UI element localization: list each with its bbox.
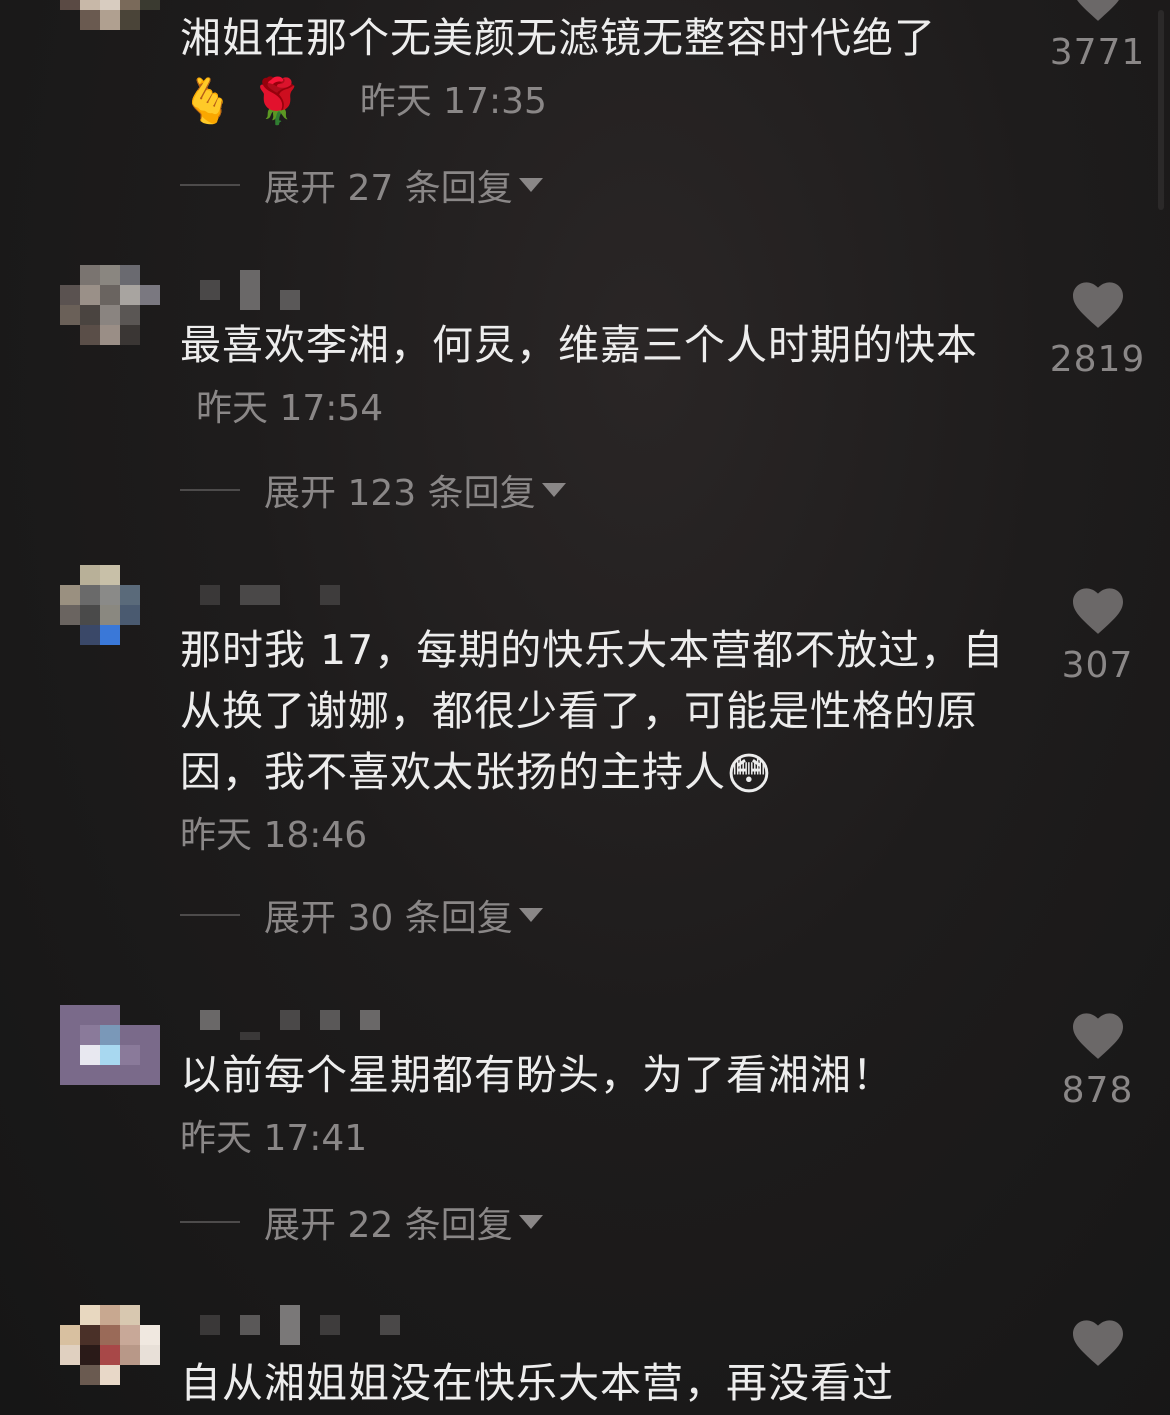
avatar[interactable]: [60, 1005, 160, 1105]
like-button[interactable]: 307: [1045, 585, 1150, 686]
caret-down-icon: [518, 1215, 543, 1229]
comment-time: 昨天 18:46: [180, 815, 368, 856]
comment-text[interactable]: 最喜欢李湘，何炅，维嘉三个人时期的快本 昨天 17:54: [180, 315, 1010, 439]
expand-replies-button[interactable]: 展开 30 条回复: [180, 890, 543, 940]
comment-body: 自从湘姐姐没在快乐大本营，再没看过: [180, 1359, 894, 1407]
divider-line: [180, 1221, 240, 1223]
comment-text[interactable]: 以前每个星期都有盼头，为了看湘湘！ 昨天 17:41: [180, 1045, 1010, 1169]
divider-line: [180, 184, 240, 186]
expand-replies-button[interactable]: 展开 27 条回复: [180, 160, 543, 210]
heart-icon: [1072, 1320, 1123, 1366]
username[interactable]: [180, 270, 420, 310]
avatar[interactable]: [60, 565, 160, 665]
avatar[interactable]: [60, 1305, 160, 1405]
divider-line: [180, 914, 240, 916]
comment-time: 昨天 17:35: [359, 81, 547, 122]
expand-replies-button[interactable]: 展开 123 条回复: [180, 465, 566, 515]
divider-line: [180, 489, 240, 491]
comment-time: 昨天 17:54: [196, 388, 384, 429]
like-button[interactable]: [1045, 1317, 1150, 1377]
comment-text[interactable]: 那时我 17，每期的快乐大本营都不放过，自从换了谢娜，都很少看了，可能是性格的原…: [180, 620, 1010, 866]
heart-icon: [1072, 588, 1123, 634]
like-button[interactable]: 3771: [1045, 0, 1150, 73]
comment-body: 湘姐在那个无美颜无滤镜无整容时代绝了: [180, 14, 936, 62]
caret-down-icon: [518, 178, 543, 192]
finger-heart-emoji: 🫰: [180, 76, 236, 127]
caret-down-icon: [541, 483, 566, 497]
username[interactable]: [180, 1305, 420, 1345]
expand-replies-label: 展开 30 条回复: [264, 898, 513, 939]
comment-time: 昨天 17:41: [180, 1118, 368, 1159]
avatar[interactable]: [60, 0, 160, 70]
comment-text[interactable]: 湘姐在那个无美颜无滤镜无整容时代绝了 🫰 🌹 昨天 17:35: [180, 8, 1010, 132]
comment-body: 那时我 17，每期的快乐大本营都不放过，自从换了谢娜，都很少看了，可能是性格的原…: [180, 626, 1005, 796]
like-count: 878: [1061, 1070, 1134, 1111]
rose-emoji: 🌹: [249, 76, 306, 127]
expand-replies-button[interactable]: 展开 22 条回复: [180, 1197, 543, 1247]
scrollbar[interactable]: [1158, 10, 1164, 210]
flushed-face-emoji: 😳: [726, 749, 773, 800]
like-count: 2819: [1049, 339, 1146, 380]
comment-body: 以前每个星期都有盼头，为了看湘湘！: [180, 1051, 894, 1099]
expand-replies-label: 展开 22 条回复: [264, 1205, 513, 1246]
comment-text[interactable]: 自从湘姐姐没在快乐大本营，再没看过: [180, 1353, 1010, 1414]
heart-icon: [1076, 0, 1119, 21]
comment-body: 最喜欢李湘，何炅，维嘉三个人时期的快本: [180, 321, 978, 369]
like-button[interactable]: 878: [1045, 1010, 1150, 1111]
like-count: 307: [1061, 645, 1134, 686]
username[interactable]: [180, 575, 420, 615]
username[interactable]: [180, 1000, 420, 1040]
heart-icon: [1072, 1013, 1123, 1059]
caret-down-icon: [518, 908, 543, 922]
like-button[interactable]: 2819: [1045, 279, 1150, 380]
expand-replies-label: 展开 123 条回复: [264, 473, 536, 514]
like-count: 3771: [1049, 32, 1146, 73]
expand-replies-label: 展开 27 条回复: [264, 168, 513, 209]
heart-icon: [1072, 282, 1123, 328]
avatar[interactable]: [60, 265, 160, 365]
